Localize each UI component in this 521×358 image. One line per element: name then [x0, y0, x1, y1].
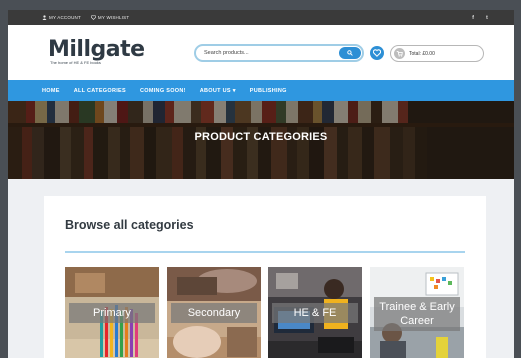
category-tile-he-fe[interactable]: HE & FE [268, 267, 362, 358]
twitter-icon[interactable]: t [486, 15, 488, 21]
site-logo[interactable]: Millgate The home of HE & FE books [48, 37, 145, 66]
category-tile-trainee-early-career[interactable]: Trainee & Early Career [370, 267, 464, 358]
main-nav: HOME ALL CATEGORIES COMING SOON! ABOUT U… [8, 80, 514, 101]
facebook-icon[interactable]: f [472, 15, 474, 21]
category-label: Trainee & Early Career [374, 297, 460, 331]
cart-icon [396, 50, 403, 57]
cart-total: Total: £0.00 [409, 50, 435, 57]
category-label: HE & FE [272, 303, 358, 323]
site-header: Millgate The home of HE & FE books Total… [8, 25, 514, 80]
social-links: f t [472, 15, 488, 21]
my-wishlist-link[interactable]: MY WISHLIST [90, 15, 130, 20]
cart-button[interactable]: Total: £0.00 [390, 45, 484, 62]
nav-all-categories[interactable]: ALL CATEGORIES [74, 88, 126, 94]
search-icon [347, 50, 353, 56]
heart-outline-icon [90, 15, 96, 20]
nav-publishing[interactable]: PUBLISHING [250, 88, 287, 94]
cart-icon-wrap [394, 48, 405, 59]
my-account-link[interactable]: MY ACCOUNT [42, 15, 81, 20]
heart-icon [373, 49, 381, 57]
category-tile-secondary[interactable]: Secondary [167, 267, 261, 358]
nav-about-us[interactable]: ABOUT US ▾ [200, 88, 236, 94]
heading-divider [65, 251, 465, 253]
hero-banner: PRODUCT CATEGORIES [8, 101, 514, 179]
logo-text: Millgate [48, 37, 145, 62]
categories-card: Browse all categories Primary Secondary … [44, 196, 486, 358]
search-input[interactable] [204, 50, 330, 56]
search-button[interactable] [339, 47, 361, 59]
search-bar [194, 44, 364, 62]
hero-title: PRODUCT CATEGORIES [194, 131, 328, 143]
top-bar: MY ACCOUNT MY WISHLIST f t [8, 10, 514, 25]
category-tile-primary[interactable]: Primary [65, 267, 159, 358]
page: MY ACCOUNT MY WISHLIST f t Millgate The … [8, 10, 514, 358]
user-icon [42, 15, 47, 20]
nav-home[interactable]: HOME [42, 88, 60, 94]
wishlist-button[interactable] [370, 46, 384, 60]
category-label: Secondary [171, 303, 257, 323]
category-label: Primary [69, 303, 155, 323]
account-links: MY ACCOUNT MY WISHLIST [42, 15, 129, 20]
nav-coming-soon[interactable]: COMING SOON! [140, 88, 186, 94]
section-heading: Browse all categories [65, 218, 194, 232]
my-account-label: MY ACCOUNT [49, 15, 81, 20]
my-wishlist-label: MY WISHLIST [97, 15, 130, 20]
